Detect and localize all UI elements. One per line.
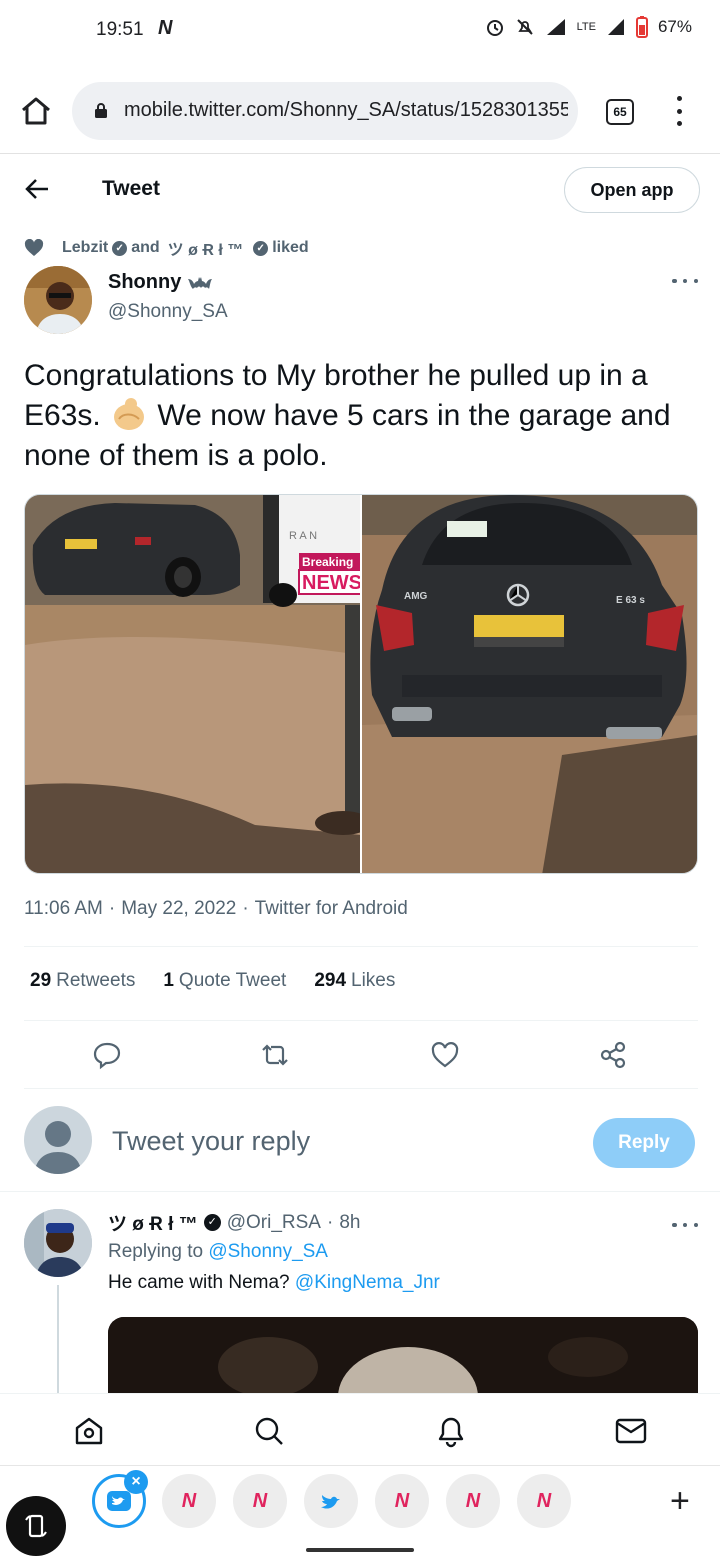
retweets-stat[interactable]: 29 Retweets <box>30 970 135 992</box>
tweet-header: Tweet Open app <box>0 155 720 225</box>
author-name[interactable]: Shonny <box>108 271 213 294</box>
thread-line <box>57 1285 59 1395</box>
tweet-text: Congratulations to My brother he pulled … <box>24 359 671 472</box>
tweet-source[interactable]: Twitter for Android <box>255 898 408 920</box>
news-app-bubble[interactable]: N <box>375 1474 429 1528</box>
tweet-timestamp: 11:06 AM · May 22, 2022 · Twitter for An… <box>24 898 408 920</box>
default-avatar <box>24 1106 92 1174</box>
page-title: Tweet <box>102 177 160 200</box>
liker-1[interactable]: Lebzit <box>62 239 108 257</box>
divider <box>24 1088 698 1089</box>
divider <box>24 1020 698 1021</box>
status-time: 19:51 <box>96 19 144 40</box>
reply-author-name[interactable]: ツ ø Ɍ ł ™ <box>108 1209 198 1236</box>
news-label: NEWS <box>302 572 360 594</box>
tweet-stats: 29 Retweets 1 Quote Tweet 294 Likes <box>30 970 395 992</box>
reply-composer: Tweet your reply Reply <box>0 1092 720 1192</box>
reply-age[interactable]: 8h <box>339 1212 360 1234</box>
heart-icon <box>24 239 44 256</box>
twitter-icon <box>321 1495 340 1509</box>
quote-tweets-stat[interactable]: 1 Quote Tweet <box>163 970 286 992</box>
bottom-nav <box>0 1393 720 1465</box>
notifications-icon[interactable] <box>434 1414 468 1448</box>
close-bubble-icon[interactable]: × <box>124 1470 148 1494</box>
replying-to: Replying to @Shonny_SA <box>108 1241 328 1262</box>
reply-author-handle[interactable]: @Ori_RSA <box>227 1212 321 1234</box>
news-app-bubble[interactable]: N <box>446 1474 500 1528</box>
tweet-date[interactable]: May 22, 2022 <box>121 898 236 920</box>
reply-media[interactable] <box>108 1317 698 1397</box>
separator: · <box>326 1211 334 1233</box>
news-app-bubble[interactable]: N <box>233 1474 287 1528</box>
like-icon[interactable] <box>430 1040 460 1070</box>
social-liked: liked <box>272 239 309 256</box>
reply-icon[interactable] <box>92 1040 122 1070</box>
reply-input[interactable]: Tweet your reply <box>112 1126 310 1157</box>
lock-icon <box>95 103 107 118</box>
open-app-button[interactable]: Open app <box>564 167 700 213</box>
battery-percent: 67% <box>657 17 692 36</box>
verified-icon: ✓ <box>112 240 128 256</box>
rotate-screen-icon[interactable] <box>6 1496 66 1556</box>
carrier-logo: N <box>158 17 173 39</box>
news-app-bubble[interactable]: N <box>517 1474 571 1528</box>
author-handle[interactable]: @Shonny_SA <box>108 301 228 323</box>
author-avatar[interactable] <box>24 266 92 334</box>
url-text: mobile.twitter.com/Shonny_SA/status/1528… <box>124 99 568 121</box>
search-icon[interactable] <box>252 1414 286 1448</box>
battery-icon <box>635 16 648 38</box>
reply-author-avatar[interactable] <box>24 1209 92 1277</box>
network-type: LTE <box>576 20 596 33</box>
social-context: Lebzit ✓ and ツ ø Ɍ ł ™ ✓ liked <box>24 236 309 260</box>
social-and: and <box>131 239 160 256</box>
separator: · <box>108 898 116 919</box>
status-bar: 19:51 N LTE 67% <box>0 0 720 62</box>
add-bubble-button[interactable]: + <box>670 1482 690 1521</box>
tweet-photo-2[interactable]: AMG E 63 s <box>362 495 697 873</box>
home-icon[interactable] <box>72 1414 106 1448</box>
tweet-media[interactable]: R A N Breaking NEWS AMG E 63 s <box>24 494 698 874</box>
likes-stat[interactable]: 294 Likes <box>314 970 395 992</box>
verified-icon: ✓ <box>253 240 269 256</box>
tab-switcher-button[interactable]: 65 <box>606 99 634 125</box>
address-bar[interactable]: mobile.twitter.com/Shonny_SA/status/1528… <box>72 82 578 140</box>
retweet-icon[interactable] <box>260 1040 290 1070</box>
browser-menu-icon[interactable] <box>670 96 688 126</box>
signal-icon <box>546 19 565 35</box>
verified-icon: ✓ <box>203 1214 221 1231</box>
share-icon[interactable] <box>598 1040 628 1070</box>
alarm-icon <box>486 20 503 36</box>
reply-button[interactable]: Reply <box>593 1118 695 1168</box>
news-app-bubble[interactable]: N <box>162 1474 216 1528</box>
separator: · <box>242 898 249 919</box>
tweet-time[interactable]: 11:06 AM <box>24 898 103 920</box>
bubble-dock: × N N N N N + <box>0 1465 720 1560</box>
messages-icon[interactable] <box>614 1414 648 1448</box>
more-options-icon[interactable] <box>672 276 698 286</box>
tweet-actions <box>24 1028 698 1084</box>
more-options-icon[interactable] <box>672 1220 698 1230</box>
photo1-vehicle-text: R A N <box>289 530 317 542</box>
replying-to-link[interactable]: @Shonny_SA <box>208 1241 328 1262</box>
pinched-fingers-emoji-icon <box>114 398 145 430</box>
mention-link[interactable]: @KingNema_Jnr <box>295 1272 440 1293</box>
reply-header: ツ ø Ɍ ł ™ ✓ @Ori_RSA · 8h <box>108 1209 360 1236</box>
model-badge: E 63 s <box>616 595 645 606</box>
tweet-photo-1[interactable]: R A N Breaking NEWS <box>25 495 360 873</box>
back-arrow-icon[interactable] <box>24 177 50 201</box>
reply-text: He came with Nema? @KingNema_Jnr <box>108 1272 440 1293</box>
home-icon[interactable] <box>20 96 52 126</box>
divider <box>24 946 698 947</box>
browser-toolbar: mobile.twitter.com/Shonny_SA/status/1528… <box>0 62 720 154</box>
breaking-label: Breaking <box>302 555 353 569</box>
gesture-bar[interactable] <box>306 1548 414 1552</box>
liker-2[interactable]: ツ ø Ɍ ł ™ <box>168 236 244 260</box>
twitter-icon <box>107 1491 131 1511</box>
status-icons: LTE 67% <box>485 16 692 38</box>
amg-badge: AMG <box>404 591 428 602</box>
twitter-bubble[interactable] <box>304 1474 358 1528</box>
mute-icon <box>516 19 533 35</box>
signal-icon <box>607 19 624 35</box>
bat-icon <box>188 276 213 289</box>
